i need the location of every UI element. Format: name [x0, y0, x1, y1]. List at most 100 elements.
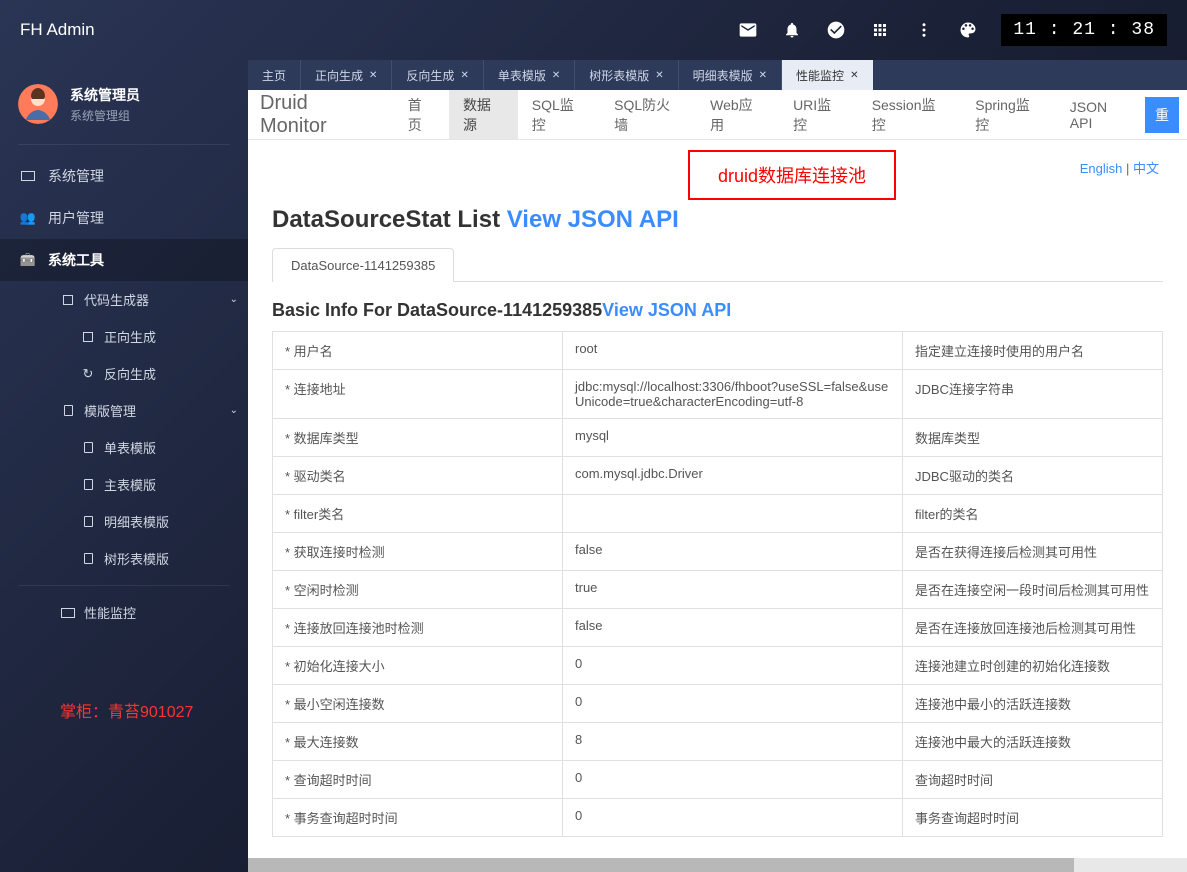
close-icon[interactable]: ✕ [552, 70, 560, 81]
tab-label: 反向生成 [406, 67, 454, 84]
close-icon[interactable]: ✕ [655, 70, 663, 81]
druid-nav-item[interactable]: SQL防火墙 [600, 90, 696, 139]
field-description: 事务查询超时时间 [903, 799, 1163, 837]
watermark: 掌柜：青苔901027 [60, 698, 193, 722]
sidebar: 系统管理员 系统管理组 系统管理 用户管理 系统工具 代码生成器⌄ 正向生成 反… [0, 60, 248, 872]
field-value: 0 [563, 685, 903, 723]
field-description: 查询超时时间 [903, 761, 1163, 799]
druid-nav-item[interactable]: JSON API [1056, 90, 1145, 139]
field-name: * 事务查询超时时间 [273, 799, 563, 837]
table-row: * 事务查询超时时间0事务查询超时时间 [273, 799, 1163, 837]
druid-nav-item[interactable]: 首页 [394, 90, 449, 139]
nav-user-mgmt[interactable]: 用户管理 [0, 197, 248, 239]
nav-system-tools[interactable]: 系统工具 [0, 239, 248, 281]
druid-nav-item[interactable]: 数据源 [449, 90, 518, 139]
square-icon [80, 332, 96, 342]
druid-navbar: Druid Monitor 首页数据源SQL监控SQL防火墙Web应用URI监控… [248, 90, 1187, 140]
datasource-tab[interactable]: DataSource-1141259385 [272, 248, 454, 282]
nav-label: 单表模版 [104, 438, 156, 457]
field-value: root [563, 332, 903, 370]
nav-single-tpl[interactable]: 单表模版 [70, 429, 248, 466]
monitor-icon [20, 171, 36, 181]
field-name: * 连接放回连接池时检测 [273, 609, 563, 647]
nav-label: 正向生成 [104, 327, 156, 346]
content-area: 主页正向生成✕反向生成✕单表模版✕树形表模版✕明细表模版✕性能监控✕ Druid… [248, 60, 1187, 872]
druid-body: druid数据库连接池 English | 中文 DataSourceStat … [248, 140, 1187, 872]
field-value: com.mysql.jdbc.Driver [563, 457, 903, 495]
close-icon[interactable]: ✕ [460, 70, 468, 81]
field-name: * 初始化连接大小 [273, 647, 563, 685]
nav-perf-monitor[interactable]: 性能监控 [50, 594, 248, 631]
table-row: * 用户名root指定建立连接时使用的用户名 [273, 332, 1163, 370]
user-name: 系统管理员 [70, 85, 140, 105]
field-value: 0 [563, 761, 903, 799]
content-tab[interactable]: 主页 [248, 60, 301, 90]
content-tab[interactable]: 性能监控 ✕ [782, 60, 873, 90]
field-description: 是否在连接空闲一段时间后检测其可用性 [903, 571, 1163, 609]
field-description: filter的类名 [903, 495, 1163, 533]
close-icon[interactable]: ✕ [759, 70, 767, 81]
druid-nav-item[interactable]: Web应用 [696, 90, 779, 139]
apps-icon[interactable] [869, 19, 891, 41]
topbar-actions: 11 : 21 : 38 [737, 14, 1167, 46]
more-vert-icon[interactable] [913, 19, 935, 41]
nav-code-generator[interactable]: 代码生成器⌄ [50, 281, 248, 318]
field-value [563, 495, 903, 533]
nav-tree-tpl[interactable]: 树形表模版 [70, 540, 248, 577]
scrollbar-thumb[interactable] [248, 858, 1074, 872]
nav-reverse-gen[interactable]: 反向生成 [70, 355, 248, 392]
content-tab[interactable]: 明细表模版 ✕ [679, 60, 782, 90]
content-tab[interactable]: 正向生成 ✕ [301, 60, 392, 90]
close-icon[interactable]: ✕ [850, 70, 858, 81]
nav-detail-tpl[interactable]: 明细表模版 [70, 503, 248, 540]
tab-label: 正向生成 [315, 67, 363, 84]
nav-label: 模版管理 [84, 401, 136, 420]
clock: 11 : 21 : 38 [1001, 14, 1167, 46]
palette-icon[interactable] [957, 19, 979, 41]
nav-system-mgmt[interactable]: 系统管理 [0, 155, 248, 197]
content-tab[interactable]: 反向生成 ✕ [392, 60, 483, 90]
nav-template-mgmt[interactable]: 模版管理 ⌄ [50, 392, 248, 429]
close-icon[interactable]: ✕ [369, 70, 377, 81]
view-json-api-link[interactable]: View JSON API [507, 206, 679, 233]
druid-nav-item[interactable]: SQL监控 [518, 90, 600, 139]
view-json-api-link[interactable]: View JSON API [602, 300, 731, 320]
toolbox-icon [20, 252, 36, 268]
horizontal-scrollbar[interactable] [248, 858, 1187, 872]
table-row: * 数据库类型mysql数据库类型 [273, 419, 1163, 457]
lang-chinese-link[interactable]: 中文 [1133, 161, 1159, 176]
check-circle-icon[interactable] [825, 19, 847, 41]
chevron-down-icon: ⌄ [230, 405, 238, 416]
doc-icon [80, 479, 96, 490]
druid-nav-item[interactable]: Session监控 [858, 90, 962, 139]
nav-label: 系统管理 [48, 166, 104, 186]
lang-sep: | [1122, 161, 1133, 176]
divider [18, 585, 230, 586]
tab-label: 性能监控 [796, 67, 844, 84]
chevron-down-icon: ⌄ [230, 294, 238, 305]
user-card[interactable]: 系统管理员 系统管理组 [0, 72, 248, 136]
nav-forward-gen[interactable]: 正向生成 [70, 318, 248, 355]
content-tab[interactable]: 单表模版✕ [484, 60, 575, 90]
field-name: * 获取连接时检测 [273, 533, 563, 571]
datasource-info-table: * 用户名root指定建立连接时使用的用户名* 连接地址jdbc:mysql:/… [272, 331, 1163, 837]
druid-nav-item[interactable]: URI监控 [779, 90, 858, 139]
field-name: * 用户名 [273, 332, 563, 370]
nav-label: 系统工具 [48, 250, 104, 270]
field-name: * 最大连接数 [273, 723, 563, 761]
nav-label: 主表模版 [104, 475, 156, 494]
field-description: 数据库类型 [903, 419, 1163, 457]
nav-master-tpl[interactable]: 主表模版 [70, 466, 248, 503]
reset-button[interactable]: 重 [1145, 97, 1179, 133]
table-row: * filter类名filter的类名 [273, 495, 1163, 533]
druid-nav-item[interactable]: Spring监控 [961, 90, 1056, 139]
content-tab[interactable]: 树形表模版✕ [575, 60, 678, 90]
table-row: * 连接地址jdbc:mysql://localhost:3306/fhboot… [273, 370, 1163, 419]
bell-icon[interactable] [781, 19, 803, 41]
lang-english-link[interactable]: English [1080, 161, 1123, 176]
table-row: * 最小空闲连接数0连接池中最小的活跃连接数 [273, 685, 1163, 723]
doc-icon [80, 442, 96, 453]
tab-label: 明细表模版 [693, 67, 753, 84]
nav-label: 明细表模版 [104, 512, 169, 531]
mail-icon[interactable] [737, 19, 759, 41]
